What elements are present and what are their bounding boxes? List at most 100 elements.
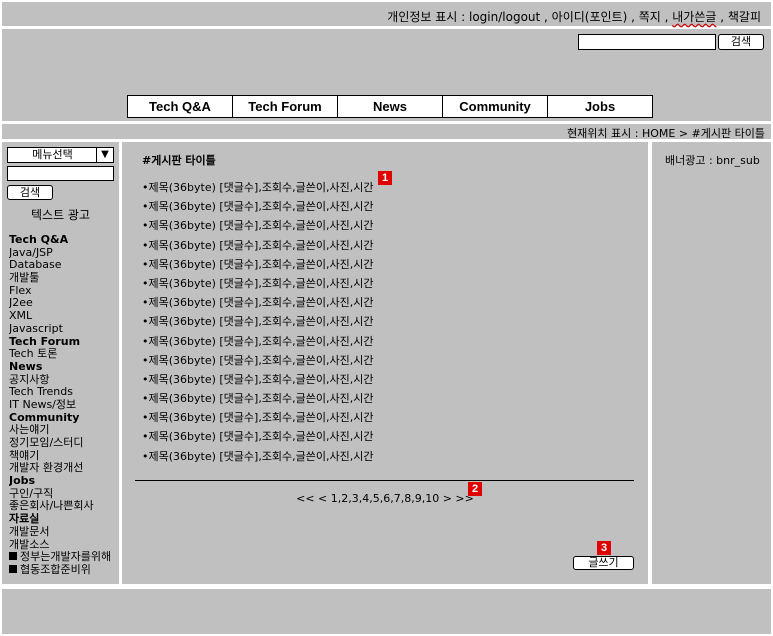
text-ad[interactable]: 텍스트 광고 [2, 206, 119, 223]
post-row[interactable]: •제목(36byte) [댓글수],조회수,글쓴이,사진,시간 [142, 216, 374, 235]
menu-item[interactable]: Database [9, 259, 121, 272]
post-row[interactable]: •제목(36byte) [댓글수],조회수,글쓴이,사진,시간 [142, 408, 374, 427]
header-search-button[interactable]: 검색 [718, 34, 764, 50]
bookmark-link[interactable]: 책갈피 [728, 10, 761, 24]
post-row[interactable]: •제목(36byte) [댓글수],조회수,글쓴이,사진,시간 [142, 197, 374, 216]
menu-item[interactable]: Java/JSP [9, 247, 121, 260]
user-info: 개인정보 표시 : login/logout , 아이디(포인트) , 쪽지 ,… [387, 8, 761, 25]
menu-label: Tech Forum [9, 335, 81, 348]
menu-category[interactable]: Jobs [9, 475, 121, 488]
menu-label: 구인/구직 [9, 487, 54, 500]
main-nav: Tech Q&A Tech Forum News Community Jobs [127, 95, 653, 118]
top-info-bar: 개인정보 표시 : login/logout , 아이디(포인트) , 쪽지 ,… [2, 2, 771, 26]
menu-item[interactable]: 개발툴 [9, 272, 121, 285]
menu-label: 책얘기 [9, 449, 40, 462]
menu-label: Tech Trends [9, 386, 73, 399]
square-bullet-icon [9, 564, 17, 573]
post-row[interactable]: •제목(36byte) [댓글수],조회수,글쓴이,사진,시간 [142, 447, 374, 466]
location-bar: 현재위치 표시 : HOME > #게시판 타이틀 [2, 124, 771, 140]
menu-item[interactable]: IT News/정보 [9, 399, 121, 412]
square-bullet-icon [9, 552, 17, 561]
left-sidebar: 메뉴선택 ▼ 검색 텍스트 광고 Tech Q&A Java/JSP Databas… [2, 142, 119, 584]
menu-category[interactable]: News [9, 361, 121, 374]
post-row[interactable]: •제목(36byte) [댓글수],조회수,글쓴이,사진,시간 [142, 370, 374, 389]
menu-label: 자료실 [9, 513, 40, 526]
menu-label: IT News/정보 [9, 398, 77, 411]
post-row[interactable]: •제목(36byte) [댓글수],조회수,글쓴이,사진,시간 [142, 293, 374, 312]
menu-item[interactable]: 정기모임/스터디 [9, 437, 121, 450]
nav-tech-qa[interactable]: Tech Q&A [128, 96, 233, 117]
menu-item[interactable]: 공지사항 [9, 374, 121, 387]
menu-item[interactable]: Javascript [9, 323, 121, 336]
post-row[interactable]: •제목(36byte) [댓글수],조회수,글쓴이,사진,시간 [142, 236, 374, 255]
menu-label: 정기모임/스터디 [9, 437, 84, 449]
nav-community[interactable]: Community [443, 96, 548, 117]
menu-item[interactable]: 책얘기 [9, 450, 121, 463]
post-list: •제목(36byte) [댓글수],조회수,글쓴이,사진,시간 •제목(36byt… [142, 178, 374, 466]
menu-label: Jobs [9, 475, 36, 488]
annotation-badge-2: 2 [468, 482, 482, 496]
menu-label: 개발자 환경개선 [9, 462, 84, 475]
post-row[interactable]: •제목(36byte) [댓글수],조회수,글쓴이,사진,시간 [142, 178, 374, 197]
menu-label: Java/JSP [9, 246, 53, 259]
post-row[interactable]: •제목(36byte) [댓글수],조회수,글쓴이,사진,시간 [142, 312, 374, 331]
post-row[interactable]: •제목(36byte) [댓글수],조회수,글쓴이,사진,시간 [142, 389, 374, 408]
menu-label: 개발툴 [9, 272, 40, 285]
menu-item[interactable]: Tech 토론 [9, 348, 121, 361]
menu-item[interactable]: 협동조합준비위 [9, 564, 121, 577]
menu-label: Tech Q&A [9, 234, 69, 246]
left-search-input[interactable] [7, 166, 114, 181]
menu-item[interactable]: J2ee [9, 297, 121, 310]
menu-item[interactable]: Tech Trends [9, 386, 121, 399]
footer [2, 589, 771, 634]
menu-category[interactable]: Tech Q&A [9, 234, 121, 247]
pagination[interactable]: << < 1,2,3,4,5,6,7,8,9,10 > >> [122, 492, 648, 505]
menu-select-value: 메뉴선택 [32, 148, 73, 161]
menu-item[interactable]: XML [9, 310, 121, 323]
nav-news[interactable]: News [338, 96, 443, 117]
divider [135, 480, 634, 481]
left-search-button[interactable]: 검색 [7, 185, 53, 200]
post-row[interactable]: •제목(36byte) [댓글수],조회수,글쓴이,사진,시간 [142, 427, 374, 446]
menu-category[interactable]: Community [9, 412, 121, 425]
menu-label: 개발문서 [9, 525, 50, 538]
menu-label: News [9, 360, 43, 373]
menu-category[interactable]: Tech Forum [9, 336, 121, 349]
menu-label: 정부는개발자를위해 [20, 551, 112, 564]
menu-label: 사는얘기 [9, 424, 50, 437]
menu-item[interactable]: 구인/구직 [9, 488, 121, 501]
board-title: #게시판 타이틀 [142, 154, 216, 167]
nav-tech-forum[interactable]: Tech Forum [233, 96, 338, 117]
menu-label: 협동조합준비위 [20, 563, 91, 576]
menu-select[interactable]: 메뉴선택 ▼ [7, 147, 114, 163]
chevron-down-icon[interactable]: ▼ [96, 148, 113, 162]
menu-item[interactable]: 개발문서 [9, 526, 121, 539]
header-search-input[interactable] [578, 34, 716, 50]
my-posts-link[interactable]: 내가쓴글 [672, 10, 716, 24]
menu-label: 공지사항 [9, 373, 50, 386]
write-button[interactable]: 글쓰기 [573, 556, 634, 570]
menu-item[interactable]: 개발소스 [9, 539, 121, 552]
menu-label: J2ee [9, 297, 33, 310]
nav-jobs[interactable]: Jobs [548, 96, 652, 117]
menu-item[interactable]: 사는얘기 [9, 424, 121, 437]
menu-item[interactable]: 좋은회사/나쁜회사 [9, 500, 121, 513]
banner-ad[interactable]: 배너광고 : bnr_sub [665, 152, 760, 168]
right-sidebar: 배너광고 : bnr_sub [652, 142, 771, 584]
menu-item[interactable]: Flex [9, 285, 121, 298]
menu-label: 개발소스 [9, 538, 50, 551]
post-row[interactable]: •제목(36byte) [댓글수],조회수,글쓴이,사진,시간 [142, 351, 374, 370]
menu-label: Community [9, 411, 80, 424]
menu-label: Flex [9, 284, 32, 297]
post-row[interactable]: •제목(36byte) [댓글수],조회수,글쓴이,사진,시간 [142, 274, 374, 293]
annotation-badge-1: 1 [378, 171, 392, 185]
menu-item[interactable]: 개발자 환경개선 [9, 462, 121, 475]
post-row[interactable]: •제목(36byte) [댓글수],조회수,글쓴이,사진,시간 [142, 332, 374, 351]
menu-item[interactable]: 정부는개발자를위해 [9, 551, 121, 564]
annotation-badge-3: 3 [597, 541, 611, 555]
board-panel: #게시판 타이틀 •제목(36byte) [댓글수],조회수,글쓴이,사진,시간… [122, 142, 648, 584]
menu-label: Database [9, 259, 62, 272]
breadcrumb: 현재위치 표시 : HOME > #게시판 타이틀 [567, 127, 765, 140]
post-row[interactable]: •제목(36byte) [댓글수],조회수,글쓴이,사진,시간 [142, 255, 374, 274]
menu-category[interactable]: 자료실 [9, 513, 121, 526]
